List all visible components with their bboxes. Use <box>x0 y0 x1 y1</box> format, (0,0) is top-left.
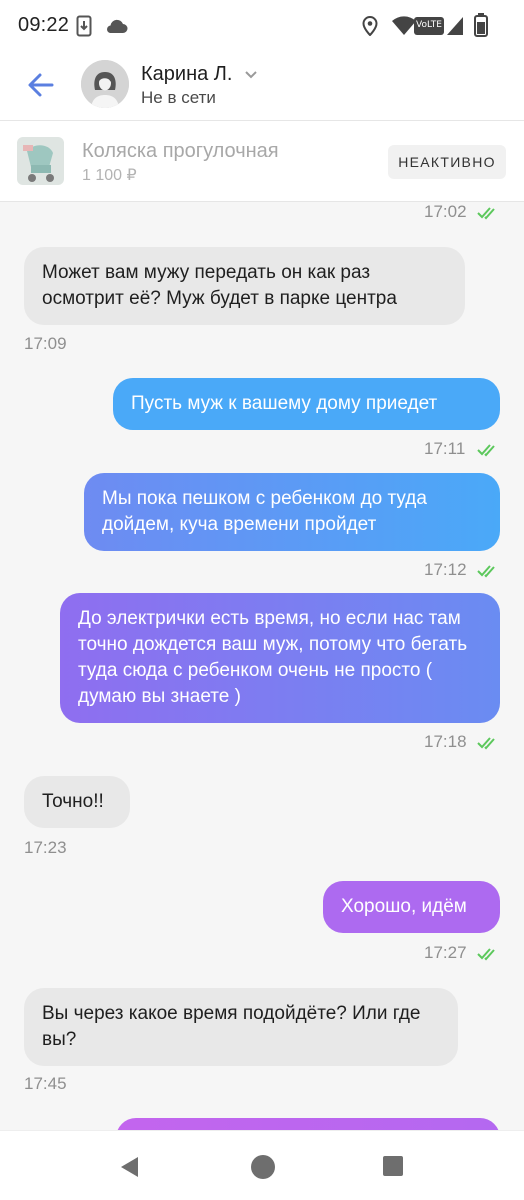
double-check-icon <box>477 737 495 750</box>
status-time: 09:22 <box>18 14 70 36</box>
message-time: 17:45 <box>24 1074 67 1093</box>
download-notification-icon <box>76 15 92 42</box>
signal-icon <box>446 16 464 41</box>
ad-thumbnail[interactable] <box>17 137 64 185</box>
chat-screen: 09:22 VoLTE Карина Л. Не в сети Коляска … <box>0 0 524 1200</box>
double-check-icon <box>477 565 495 578</box>
home-circle-icon[interactable] <box>250 1154 276 1185</box>
avatar[interactable] <box>81 60 129 108</box>
outgoing-message[interactable]: Мы пока пешком с ребенком до туда дойдем… <box>84 473 500 551</box>
back-triangle-icon[interactable] <box>118 1155 142 1184</box>
ad-preview[interactable]: Коляска прогулочная 1 100 ₽ НЕАКТИВНО <box>0 121 524 201</box>
outgoing-message[interactable]: Пусть муж к вашему дому приедет <box>113 378 500 430</box>
outgoing-message[interactable]: До электрички есть время, но если нас та… <box>60 593 500 723</box>
cloud-icon <box>104 18 128 39</box>
system-nav-bar <box>0 1130 524 1200</box>
message-time: 17:02 <box>424 202 467 221</box>
chevron-down-icon[interactable] <box>244 67 258 85</box>
volte-icon: VoLTE <box>414 17 444 40</box>
message-time: 17:11 <box>424 439 466 458</box>
incoming-message[interactable]: Вы через какое время подойдёте? Или где … <box>24 988 458 1066</box>
message-list[interactable]: 17:02 Может вам мужу передать он как раз… <box>0 202 524 1130</box>
contact-status: Не в сети <box>141 88 216 107</box>
outgoing-message[interactable] <box>116 1118 500 1130</box>
chat-header: Карина Л. Не в сети <box>0 52 524 120</box>
recents-square-icon[interactable] <box>382 1155 404 1182</box>
contact-name[interactable]: Карина Л. <box>141 63 232 86</box>
double-check-icon <box>477 444 495 457</box>
location-icon <box>362 15 378 41</box>
ad-price: 1 100 ₽ <box>82 167 137 184</box>
outgoing-message[interactable]: Хорошо, идём <box>323 881 500 933</box>
incoming-message[interactable]: Может вам мужу передать он как раз осмот… <box>24 247 465 325</box>
message-time: 17:23 <box>24 838 67 857</box>
ad-title[interactable]: Коляска прогулочная <box>82 140 279 163</box>
message-time: 17:12 <box>424 560 467 579</box>
battery-icon <box>474 13 488 42</box>
message-time: 17:09 <box>24 334 67 353</box>
message-time: 17:18 <box>424 732 467 751</box>
status-bar: 09:22 VoLTE <box>0 0 524 52</box>
double-check-icon <box>477 207 495 220</box>
incoming-message[interactable]: Точно!! <box>24 776 130 828</box>
status-badge: НЕАКТИВНО <box>388 145 506 179</box>
volte-label: VoLTE <box>416 20 442 30</box>
message-time: 17:27 <box>424 943 467 962</box>
double-check-icon <box>477 948 495 961</box>
arrow-left-icon[interactable] <box>24 68 58 102</box>
